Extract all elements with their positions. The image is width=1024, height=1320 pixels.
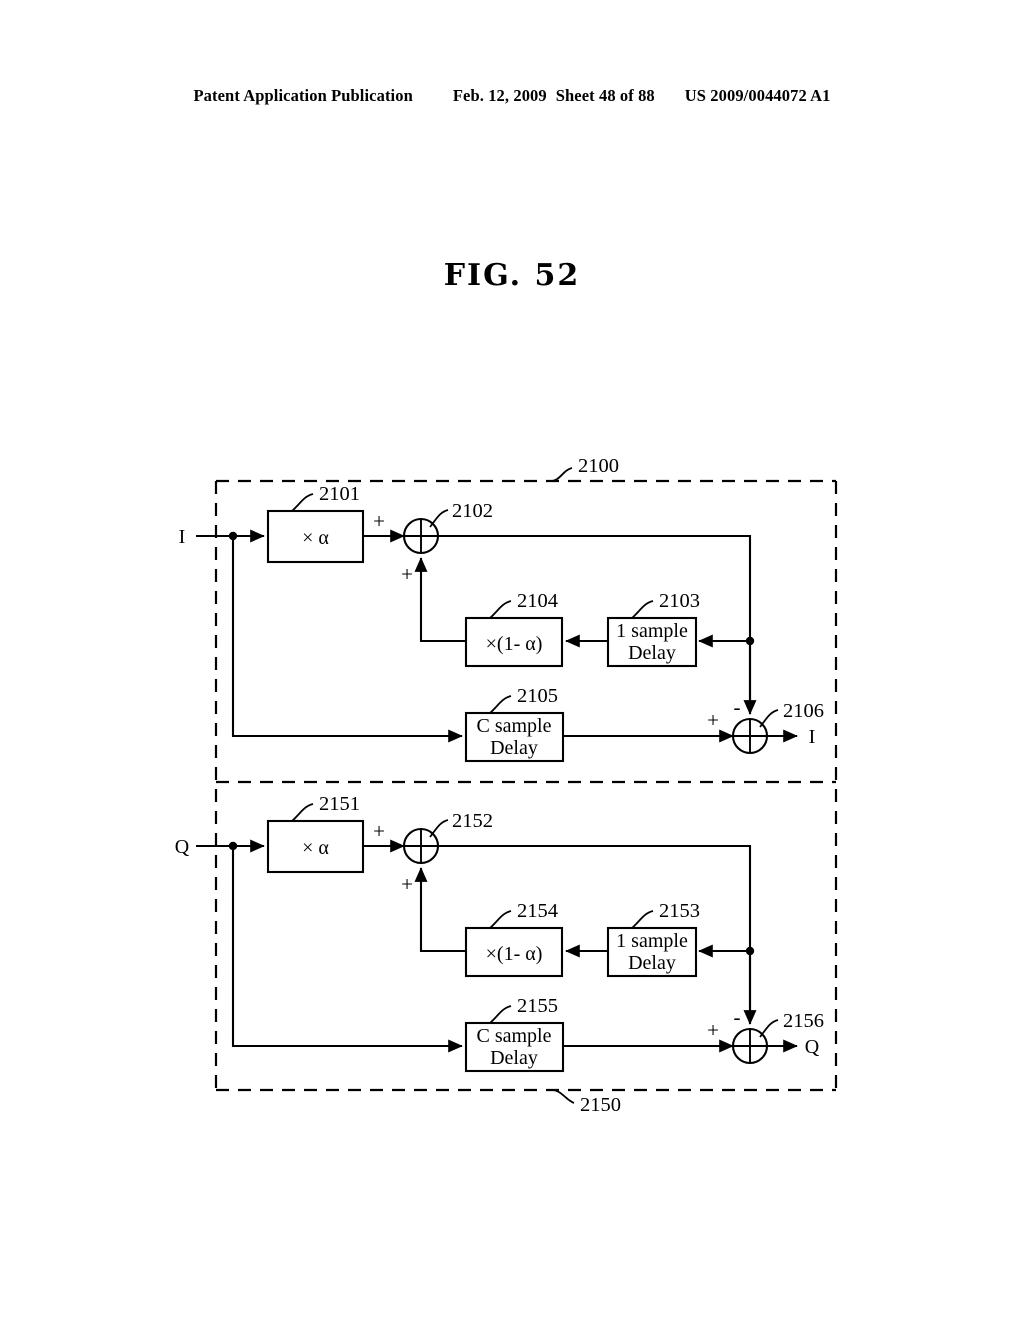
ref-label-2150: 2150 bbox=[580, 1094, 621, 1116]
ref-leader-2150: 2150 bbox=[551, 1089, 621, 1116]
sign-plus-2106-left: + bbox=[707, 708, 719, 732]
block-2151: × α bbox=[266, 819, 365, 874]
ref-leader-2102: 2102 bbox=[429, 500, 493, 528]
block-2155: C sample Delay bbox=[464, 1021, 565, 1073]
ref-label-2155: 2155 bbox=[517, 995, 558, 1017]
ref-label-2154: 2154 bbox=[517, 900, 558, 922]
block-diagram: 2100 2150 I × α 2101 + 2102 + 1 sample D… bbox=[0, 0, 1024, 1320]
block-2103-label-line2: Delay bbox=[628, 642, 676, 664]
sign-minus-2106-top: - bbox=[734, 695, 741, 719]
ref-leader-2101: 2101 bbox=[291, 483, 360, 512]
block-2153: 1 sample Delay bbox=[606, 926, 698, 978]
block-2103-label-line1: 1 sample bbox=[616, 620, 688, 642]
sign-minus-2156-top: - bbox=[734, 1005, 741, 1029]
wire-i-bypass bbox=[231, 536, 463, 743]
block-2101: × α bbox=[266, 509, 365, 564]
output-i-label: I bbox=[809, 726, 816, 748]
wire-q-bypass bbox=[231, 846, 463, 1053]
sign-plus-2102-bottom: + bbox=[401, 562, 413, 586]
ref-leader-2151: 2151 bbox=[291, 793, 360, 822]
ref-leader-2156: 2156 bbox=[759, 1010, 824, 1038]
ref-label-2105: 2105 bbox=[517, 685, 558, 707]
block-2154-label: ×(1- α) bbox=[486, 943, 543, 965]
block-2101-label: × α bbox=[302, 527, 329, 549]
ref-leader-2155: 2155 bbox=[489, 995, 558, 1024]
ref-leader-2100: 2100 bbox=[550, 455, 619, 482]
sign-plus-2102-left: + bbox=[373, 509, 385, 533]
ref-label-2152: 2152 bbox=[452, 810, 493, 832]
ref-label-2106: 2106 bbox=[783, 700, 824, 722]
input-i-label: I bbox=[179, 526, 186, 548]
ref-label-2153: 2153 bbox=[659, 900, 700, 922]
input-q-label: Q bbox=[175, 836, 190, 858]
block-2153-label-line2: Delay bbox=[628, 952, 676, 974]
block-2104-label: ×(1- α) bbox=[486, 633, 543, 655]
patent-figure-page: Patent Application Publication Feb. 12, 2… bbox=[0, 0, 1024, 1320]
block-2154: ×(1- α) bbox=[464, 926, 564, 978]
output-q-label: Q bbox=[805, 1036, 820, 1058]
ref-leader-2103: 2103 bbox=[631, 590, 700, 619]
block-2151-label: × α bbox=[302, 837, 329, 859]
block-2155-label-line1: C sample bbox=[477, 1025, 552, 1047]
block-2105: C sample Delay bbox=[464, 711, 565, 763]
ref-leader-2106: 2106 bbox=[759, 700, 824, 728]
ref-leader-2104: 2104 bbox=[489, 590, 558, 619]
ref-label-2156: 2156 bbox=[783, 1010, 824, 1032]
ref-label-2100: 2100 bbox=[578, 455, 619, 477]
block-2104: ×(1- α) bbox=[464, 616, 564, 668]
sign-plus-2156-left: + bbox=[707, 1018, 719, 1042]
block-2105-label-line1: C sample bbox=[477, 715, 552, 737]
ref-label-2103: 2103 bbox=[659, 590, 700, 612]
ref-leader-2154: 2154 bbox=[489, 900, 558, 929]
sign-plus-2152-left: + bbox=[373, 819, 385, 843]
ref-label-2101: 2101 bbox=[319, 483, 360, 505]
ref-label-2102: 2102 bbox=[452, 500, 493, 522]
ref-label-2104: 2104 bbox=[517, 590, 558, 612]
ref-leader-2105: 2105 bbox=[489, 685, 558, 714]
wire-2104-to-2102 bbox=[414, 557, 466, 643]
ref-leader-2152: 2152 bbox=[429, 810, 493, 838]
block-2155-label-line2: Delay bbox=[490, 1047, 538, 1069]
ref-label-2151: 2151 bbox=[319, 793, 360, 815]
ref-leader-2153: 2153 bbox=[631, 900, 700, 929]
block-2103: 1 sample Delay bbox=[606, 616, 698, 668]
block-2105-label-line2: Delay bbox=[490, 737, 538, 759]
block-2153-label-line1: 1 sample bbox=[616, 930, 688, 952]
sign-plus-2152-bottom: + bbox=[401, 872, 413, 896]
wire-2154-to-2152 bbox=[414, 867, 466, 953]
